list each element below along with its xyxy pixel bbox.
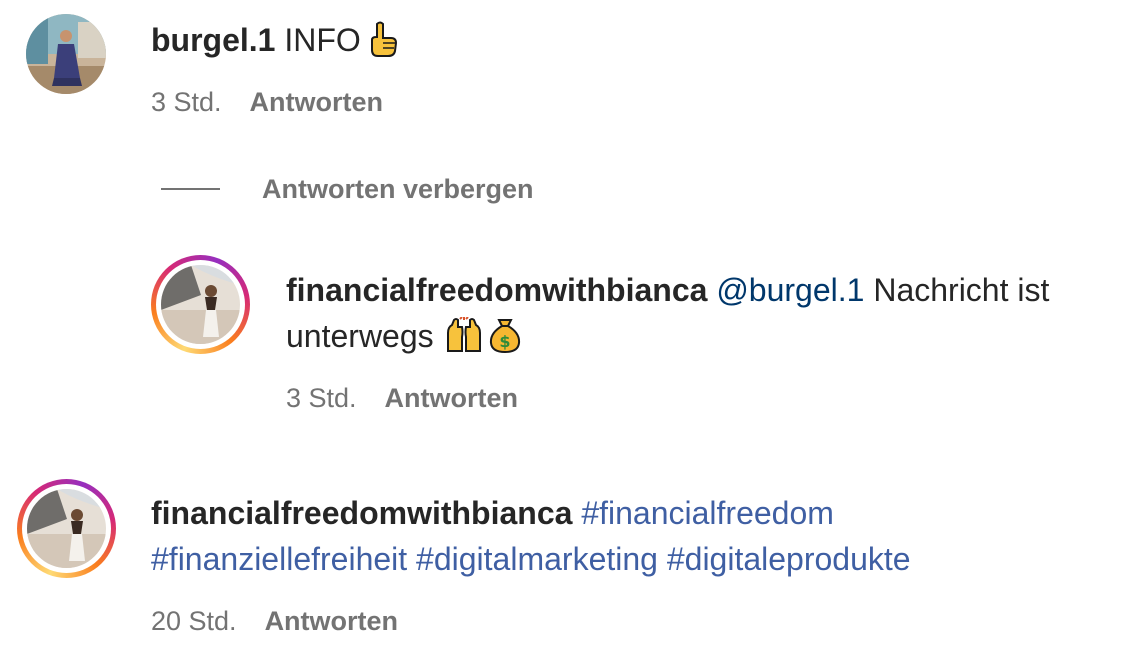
reply-button[interactable]: Antworten [385,383,518,413]
hashtag-links[interactable]: #finanziellefreiheit #digitalmarketing #… [151,541,911,577]
pointing-up-icon [367,21,397,69]
avatar [27,489,106,568]
reply-button[interactable]: Antworten [265,606,398,636]
comment-meta: 3 Std. Antworten [151,85,383,119]
comment2-username[interactable]: financialfreedomwithbianca [151,495,572,531]
comment2-time: 20 Std. [151,606,237,636]
story-ring[interactable] [17,479,116,578]
comment-username[interactable]: burgel.1 [151,22,275,58]
avatar[interactable] [26,14,106,94]
avatar [161,265,240,344]
story-ring[interactable] [151,255,250,354]
profile-photo-icon [27,489,106,568]
comment-body: INFO [284,22,361,58]
comments-thread: burgel.1 INFO 3 Std. Antworten Antworten … [0,0,1126,651]
money-bag-icon: $ [488,317,522,365]
reply-mention-link[interactable]: @burgel.1 [716,272,864,308]
comment2-meta: 20 Std. Antworten [151,604,398,638]
profile-photo-icon [26,14,106,94]
reply-meta: 3 Std. Antworten [286,381,518,415]
comment-time: 3 Std. [151,87,222,117]
reply-text-line-2: unterwegs $ [286,313,522,365]
hide-replies-toggle[interactable]: Antworten verbergen [161,172,534,206]
hashtag-link[interactable]: #financialfreedom [581,495,834,531]
hide-replies-label: Antworten verbergen [262,173,534,204]
raising-hands-icon [444,316,484,365]
comment2-text-line-2: #finanziellefreiheit #digitalmarketing #… [151,536,911,582]
comment2-text-line-1: financialfreedomwithbianca #financialfre… [151,490,834,536]
reply-body-part-1: Nachricht ist [873,272,1050,308]
replies-divider [161,188,220,190]
reply-username[interactable]: financialfreedomwithbianca [286,272,707,308]
reply-button[interactable]: Antworten [250,87,383,117]
profile-photo-icon [161,265,240,344]
reply-text-line-1: financialfreedomwithbianca @burgel.1 Nac… [286,267,1049,313]
reply-time: 3 Std. [286,383,357,413]
svg-text:$: $ [499,332,510,351]
reply-body-part-2: unterwegs [286,318,434,354]
comment-text: burgel.1 INFO [151,17,397,69]
